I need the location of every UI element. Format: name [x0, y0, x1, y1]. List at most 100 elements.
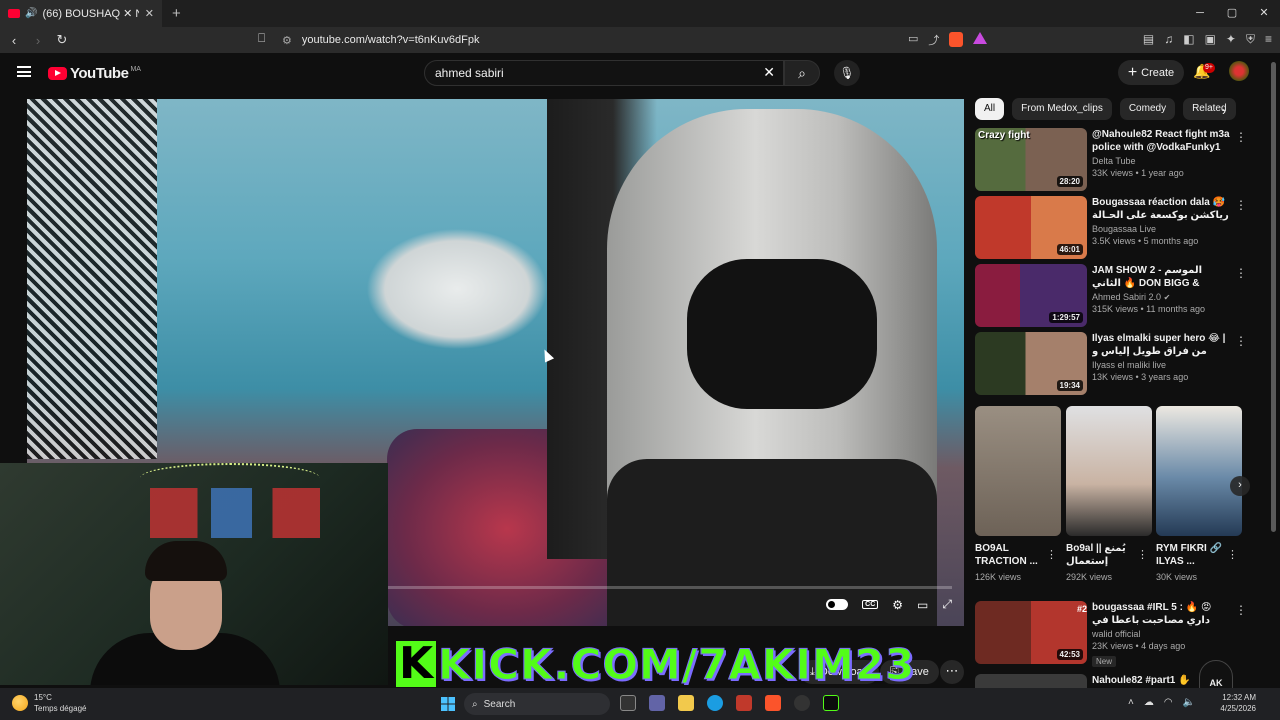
video-thumbnail[interactable]: Crazy fight 28:20: [975, 128, 1087, 191]
chip-comedy[interactable]: Comedy: [1119, 98, 1176, 120]
theater-mode-icon[interactable]: ▭: [917, 598, 928, 612]
brave-icon[interactable]: [765, 695, 781, 711]
video-thumbnail[interactable]: 46:01: [975, 196, 1087, 259]
more-vert-icon[interactable]: ⋮: [1235, 266, 1247, 280]
video-title[interactable]: Ilyas elmalki super hero 😂 | من فراق طوي…: [1092, 332, 1232, 358]
short-item[interactable]: Bo9al || يُمنع إستعمال إسمي ... ⋮ 292K v…: [1066, 406, 1152, 582]
captions-button[interactable]: CC: [862, 600, 879, 609]
video-thumbnail[interactable]: 42:53: [975, 601, 1087, 664]
recommendation-item[interactable]: Crazy fight 28:20 @Nahoule82 React fight…: [975, 128, 1250, 192]
network-icon[interactable]: ☁: [1144, 697, 1154, 708]
search-button[interactable]: ⌕: [784, 60, 820, 86]
more-vert-icon[interactable]: ⋮: [1046, 548, 1057, 561]
short-title[interactable]: RYM FIKRI 🔗 ILYAS ...: [1156, 542, 1228, 568]
wallet-icon[interactable]: ▣: [1205, 32, 1216, 47]
more-vert-icon[interactable]: ⋮: [1235, 334, 1247, 348]
more-vert-icon[interactable]: ⋮: [1137, 548, 1148, 561]
minimize-button[interactable]: ─: [1184, 0, 1216, 27]
clear-search-icon[interactable]: ✕: [763, 64, 775, 81]
video-thumbnail[interactable]: 19:34: [975, 332, 1087, 395]
autoplay-toggle[interactable]: [826, 599, 849, 610]
terminal-icon[interactable]: [823, 695, 839, 711]
show-hidden-icons-icon[interactable]: ˄: [1128, 697, 1134, 708]
volume-icon[interactable]: 🔈: [1183, 697, 1195, 708]
browser-tab-youtube[interactable]: 🔊 (66) BOUSHAQ ✕ NAHOULE ✕: [0, 0, 162, 27]
reload-button[interactable]: ↻: [52, 32, 72, 48]
reader-mode-icon[interactable]: ▤: [1143, 32, 1154, 47]
taskbar-search[interactable]: ⌕ Search: [464, 693, 610, 715]
share-icon[interactable]: ⤴: [928, 32, 939, 48]
page-scrollbar[interactable]: [1271, 62, 1277, 682]
back-button[interactable]: ‹: [4, 33, 24, 48]
weather-widget[interactable]: 15°C Temps dégagé: [12, 692, 86, 714]
video-title[interactable]: @Nahoule82 React fight m3a police with @…: [1092, 128, 1232, 154]
close-window-button[interactable]: ✕: [1248, 0, 1280, 27]
task-view-icon[interactable]: [620, 695, 636, 711]
close-tab-icon[interactable]: ✕: [145, 7, 154, 20]
account-avatar[interactable]: [1229, 61, 1249, 81]
search-input[interactable]: ahmed sabiri ✕: [424, 60, 784, 86]
teams-icon[interactable]: [649, 695, 665, 711]
new-tab-button[interactable]: +: [172, 5, 181, 22]
video-thumbnail[interactable]: [975, 674, 1087, 688]
video-thumbnail[interactable]: 1:29:57: [975, 264, 1087, 327]
brave-rewards-icon[interactable]: [973, 32, 988, 44]
short-item[interactable]: BO9AL TRACTION ... ⋮ 126K views: [975, 406, 1061, 582]
more-vert-icon[interactable]: ⋮: [1235, 603, 1247, 617]
cast-icon[interactable]: ▭: [908, 32, 918, 48]
edge-icon[interactable]: [707, 695, 723, 711]
video-title[interactable]: bougassaa #IRL 5 : 🔥 😡 داري مصاحبت باعطا…: [1092, 601, 1232, 627]
app-icon[interactable]: [736, 695, 752, 711]
hamburger-menu-icon[interactable]: [17, 66, 31, 77]
wifi-icon[interactable]: ◠: [1164, 697, 1173, 708]
scrollbar-thumb[interactable]: [1271, 62, 1276, 532]
more-vert-icon[interactable]: ⋮: [1235, 198, 1247, 212]
channel-name[interactable]: Bougassaa Live: [1092, 224, 1232, 234]
brave-shields-icon[interactable]: [949, 32, 964, 47]
short-title[interactable]: Bo9al || يُمنع إستعمال إسمي ...: [1066, 542, 1138, 568]
fullscreen-icon[interactable]: ⤢: [942, 597, 952, 612]
site-info-icon[interactable]: ⚙: [282, 34, 292, 47]
more-vert-icon[interactable]: ⋮: [1227, 548, 1238, 561]
chip-from-channel[interactable]: From Medox_clips: [1012, 98, 1112, 120]
channel-name[interactable]: Ahmed Sabiri 2.0 ✔: [1092, 292, 1232, 302]
more-actions-button[interactable]: ⋯: [940, 660, 964, 684]
more-vert-icon[interactable]: ⋮: [1235, 130, 1247, 144]
voice-search-button[interactable]: 🎙: [834, 60, 860, 86]
chip-all[interactable]: All: [975, 98, 1005, 120]
recommendation-item[interactable]: 46:01 Bougassaa réaction dala 🥵 رياكشن ب…: [975, 196, 1250, 260]
short-thumbnail[interactable]: [1066, 406, 1152, 536]
forward-button[interactable]: ›: [28, 33, 48, 48]
video-title[interactable]: JAM SHOW 2 - الموسم الثاني 🔥 DON BIGG & …: [1092, 264, 1232, 290]
recommendation-item[interactable]: 42:53 #2 bougassaa #IRL 5 : 🔥 😡 داري مصا…: [975, 601, 1250, 667]
chevron-right-icon[interactable]: ›: [1222, 104, 1226, 118]
short-thumbnail[interactable]: [975, 406, 1061, 536]
channel-name[interactable]: walid official: [1092, 629, 1232, 639]
recommendation-item[interactable]: 19:34 Ilyas elmalki super hero 😂 | من فر…: [975, 332, 1250, 396]
media-icon[interactable]: ♫: [1164, 32, 1173, 47]
address-bar[interactable]: ⚙ youtube.com/watch?v=t6nKuv6dFpk: [282, 29, 998, 51]
short-item[interactable]: RYM FIKRI 🔗 ILYAS ... ⋮ 30K views: [1156, 406, 1242, 582]
youtube-logo[interactable]: YouTube MA: [48, 65, 141, 82]
shorts-next-button[interactable]: ›: [1230, 476, 1250, 496]
channel-name[interactable]: Ilyass el maliki live: [1092, 360, 1232, 370]
maximize-button[interactable]: ▢: [1216, 0, 1248, 27]
taskbar-clock[interactable]: 12:32 AM 4/25/2026: [1220, 692, 1256, 714]
create-button[interactable]: + Create: [1118, 60, 1184, 85]
windows-start-icon[interactable]: [441, 697, 455, 711]
chip-related[interactable]: Related: [1183, 98, 1236, 120]
sidebar-icon[interactable]: ◧: [1183, 32, 1194, 47]
extensions-icon[interactable]: ✦: [1226, 32, 1236, 47]
short-title[interactable]: BO9AL TRACTION ...: [975, 542, 1047, 568]
recommendation-item[interactable]: 1:29:57 JAM SHOW 2 - الموسم الثاني 🔥 DON…: [975, 264, 1250, 328]
obs-icon[interactable]: [794, 695, 810, 711]
short-thumbnail[interactable]: [1156, 406, 1242, 536]
video-title[interactable]: Bougassaa réaction dala 🥵 رياكشن بوكسعة …: [1092, 196, 1232, 222]
bookmark-icon[interactable]: ⎕: [258, 31, 265, 46]
settings-gear-icon[interactable]: ⚙: [892, 598, 903, 612]
file-explorer-icon[interactable]: [678, 695, 694, 711]
browser-menu-icon[interactable]: ≡: [1265, 32, 1272, 47]
audio-playing-icon[interactable]: 🔊: [25, 8, 37, 19]
channel-name[interactable]: Delta Tube: [1092, 156, 1232, 166]
vpn-icon[interactable]: ⛨: [1246, 32, 1255, 47]
